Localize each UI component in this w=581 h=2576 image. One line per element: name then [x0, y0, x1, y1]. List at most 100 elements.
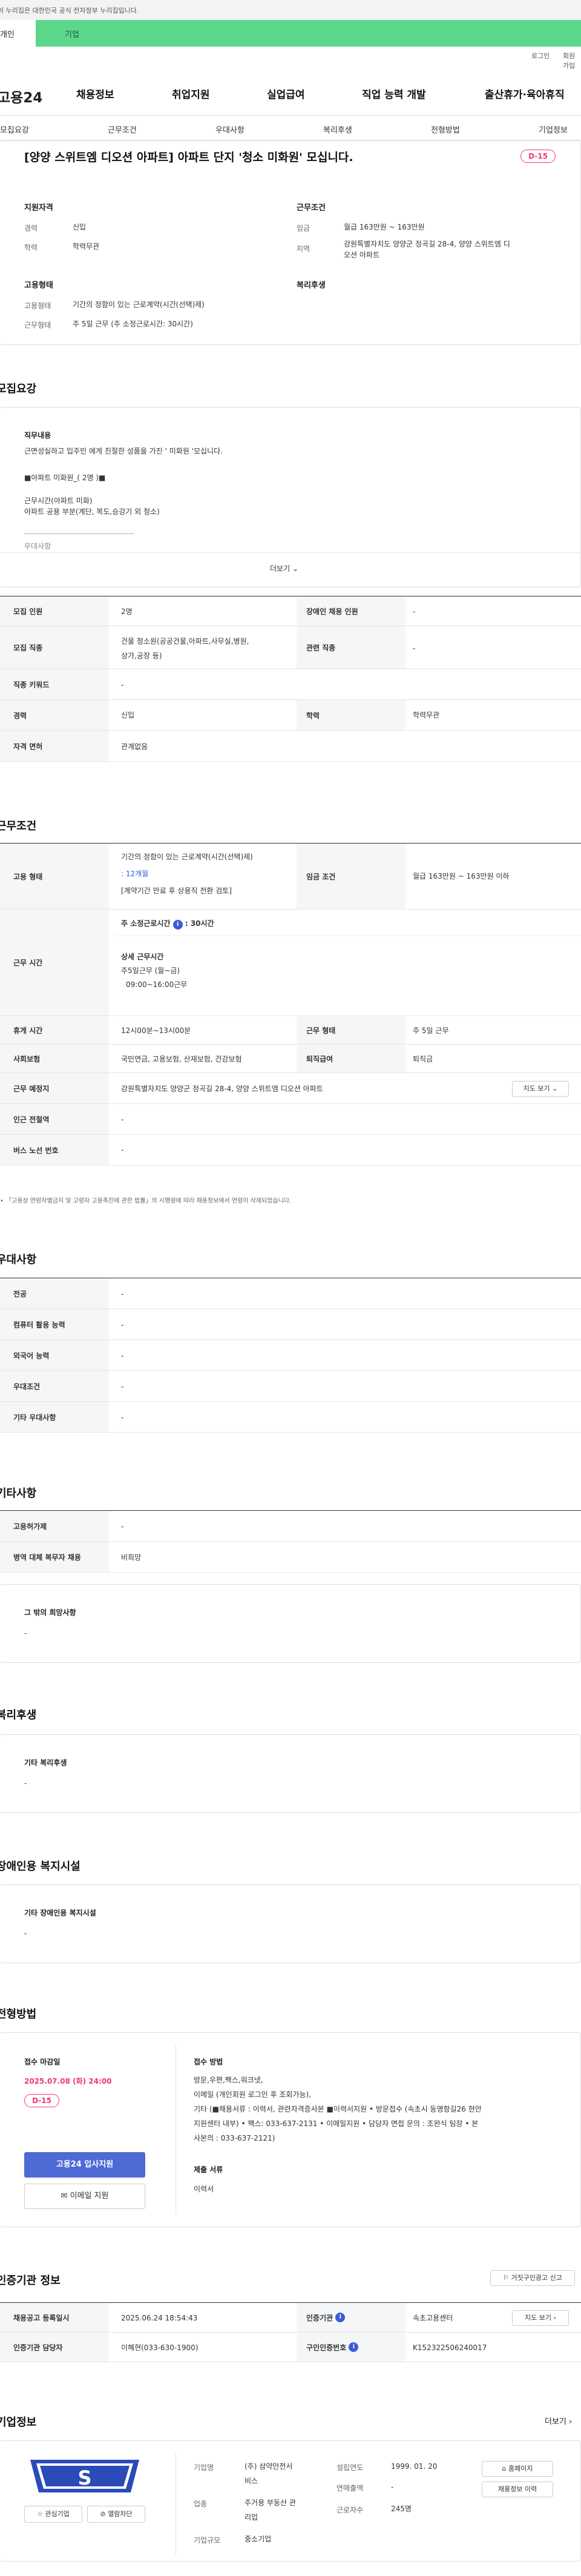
info-icon[interactable]: i	[172, 920, 183, 930]
th-pref: 컴퓨터 활용 능력	[0, 1309, 109, 1339]
divider	[0, 552, 581, 553]
gnb-item-benefit[interactable]: 실업급여	[267, 86, 305, 101]
gnb-item-jobs[interactable]: 채용정보	[76, 86, 114, 101]
deadline-value: 2025.07.08 (화) 24:00	[24, 2077, 112, 2086]
subnav-welfare[interactable]: 복리후생	[323, 124, 352, 135]
divider	[0, 1432, 581, 1433]
time-detail-heading: 상세 근무시간	[121, 953, 164, 961]
duty-line: 우대사항	[24, 542, 51, 550]
disab-box	[0, 1884, 581, 1963]
divider	[0, 115, 581, 116]
qual-heading: 지원자격	[24, 203, 53, 213]
td-pref: -	[121, 1382, 124, 1391]
tab-company[interactable]: 기업	[35, 20, 108, 47]
career-value: 신입	[73, 223, 87, 231]
welfare-heading: 기타 복리후생	[24, 1759, 67, 1767]
subnav-pref[interactable]: 우대사항	[215, 124, 245, 135]
company-logo: S	[24, 2457, 145, 2495]
info-icon[interactable]: i	[335, 2313, 346, 2322]
th-org: 인증기관 i	[297, 2303, 405, 2332]
td-car: 신입	[121, 711, 135, 719]
th-dis: 장애인 채용 인원	[297, 596, 405, 626]
chevron-down-icon: ⌄	[292, 564, 299, 573]
company-size-key: 기업규모	[194, 2536, 221, 2545]
td-kw: -	[121, 681, 124, 689]
td-mgr: 이혜현(033-630-1900)	[121, 2343, 199, 2352]
signup-link[interactable]: 회원가입	[563, 51, 581, 70]
th-lic: 자격 면허	[0, 731, 109, 761]
favorite-company-button[interactable]: ☆ 관심기업	[24, 2506, 82, 2523]
company-est-key: 설립연도	[336, 2463, 364, 2472]
section-title-work: 근무조건	[0, 820, 37, 833]
mail-icon: ✉	[61, 2191, 68, 2201]
job-history-button[interactable]: 채용정보 이력	[482, 2482, 553, 2497]
gov-banner: 이 누리집은 대한민국 공식 전자정부 누리집입니다.	[0, 0, 581, 20]
docs-heading: 제출 서류	[194, 2165, 223, 2174]
duty-line: 근무시간(아파트 미화)	[24, 497, 93, 505]
td-emp-permit: -	[121, 1522, 124, 1531]
svg-text:S: S	[77, 2466, 91, 2489]
th-mgr: 인증기관 담당자	[0, 2333, 109, 2362]
area-key: 지역	[297, 245, 310, 253]
td-emp-1: 기간의 정함이 있는 근로계약(시간(선택)제)	[121, 853, 253, 861]
whour-key: 근무형태	[24, 321, 51, 329]
other-wish-heading: 그 밖의 희망사항	[24, 1608, 76, 1617]
emp-heading: 고용형태	[24, 281, 53, 290]
chevron-right-icon: ›	[553, 2314, 556, 2322]
homepage-button[interactable]: ⌂ 홈페이지	[482, 2461, 553, 2477]
section-title-disab: 장애인용 복지시설	[0, 1860, 80, 1873]
block-icon: ⊘	[100, 2510, 106, 2518]
dday-badge: D-15	[24, 2094, 59, 2107]
td-loc: 강원특별자치도 양양군 정곡길 28-4, 양양 스위트엠 디오션 아파트	[121, 1085, 323, 1093]
th-emp-permit: 고용허가제	[0, 1511, 109, 1541]
company-sales-key: 연매출액	[336, 2484, 364, 2492]
method-line: 기타 (■채용서류 : 이력서, 관련자격증사본 ■이력서지원 • 방문접수 (…	[194, 2105, 482, 2113]
divider	[0, 1572, 581, 1573]
site-logo[interactable]: 고용24	[0, 86, 42, 107]
td-org: 속초고용센터	[413, 2314, 453, 2322]
block-view-button[interactable]: ⊘ 열람차단	[87, 2506, 145, 2523]
wage-value: 월급 163만원 ~ 163만원	[344, 223, 425, 231]
gnb-item-training[interactable]: 직업 능력 개발	[362, 86, 426, 101]
welfare-heading: 복리후생	[297, 281, 326, 290]
company-emp-key: 근로자수	[336, 2506, 364, 2514]
td-emp-3: [계약기간 만료 후 상용직 전환 검토]	[121, 887, 232, 895]
cond-heading: 근무조건	[297, 203, 326, 213]
login-link[interactable]: 로그인	[531, 51, 550, 61]
more-button[interactable]: 더보기 ⌄	[270, 563, 298, 574]
area-value-2: 오션 아파트	[344, 251, 380, 259]
deadline-heading: 접수 마감일	[24, 2058, 61, 2066]
td-rest: 12시00분~13시00분	[121, 1026, 191, 1035]
method-line: 사본의 : 033-637-2121)	[194, 2134, 275, 2142]
subnav-process[interactable]: 전형방법	[431, 124, 460, 135]
td-wage: 월급 163만원 ~ 163만원 이하	[413, 872, 510, 880]
apply-button[interactable]: 고용24 입사지원	[24, 2152, 145, 2178]
th-time: 근무 시간	[0, 910, 109, 1016]
time-detail-1: 주5일근무 (월~금)	[121, 966, 180, 975]
th-pref: 외국어 능력	[0, 1340, 109, 1370]
td-military: 비희망	[121, 1553, 142, 1562]
subnav-work[interactable]: 근무조건	[108, 124, 137, 135]
map-button[interactable]: 지도 보기 ⌄	[512, 1081, 569, 1097]
company-more-link[interactable]: 더보기 ›	[545, 2415, 572, 2426]
area-value-1: 강원특별자치도 양양군 정곡길 28-4, 양양 스위트엠 디	[344, 240, 510, 248]
report-button[interactable]: ⚐ 거짓구인광고 신고	[490, 2270, 575, 2286]
agency-map-button[interactable]: 지도 보기 ›	[512, 2310, 569, 2326]
td-emp-2: : 12개월	[121, 870, 149, 878]
tab-personal[interactable]: 개인	[0, 20, 35, 47]
gnb-item-leave[interactable]: 출산휴가·육아휴직	[485, 86, 565, 101]
company-biz-2: 리업	[245, 2513, 258, 2522]
company-sales-value: -	[391, 2483, 394, 2491]
gnb-item-support[interactable]: 취업지원	[172, 86, 210, 101]
th-pref: 우대조건	[0, 1371, 109, 1401]
info-icon[interactable]: i	[349, 2342, 359, 2352]
subnav-company[interactable]: 기업정보	[539, 124, 568, 135]
duty-line: 근면성실하고 입주민 에게 친절한 성품을 가진 ' 미화원 '모십니다.	[24, 447, 223, 455]
welfare-value: -	[24, 1779, 27, 1788]
td-pref: -	[121, 1290, 124, 1298]
divider	[0, 761, 581, 762]
tab-company-label: 기업	[65, 30, 79, 39]
company-name-2: 비스	[245, 2477, 258, 2485]
email-apply-button[interactable]: ✉ 이메일 지원	[24, 2184, 145, 2209]
subnav-recruit[interactable]: 모집요강	[0, 124, 29, 135]
